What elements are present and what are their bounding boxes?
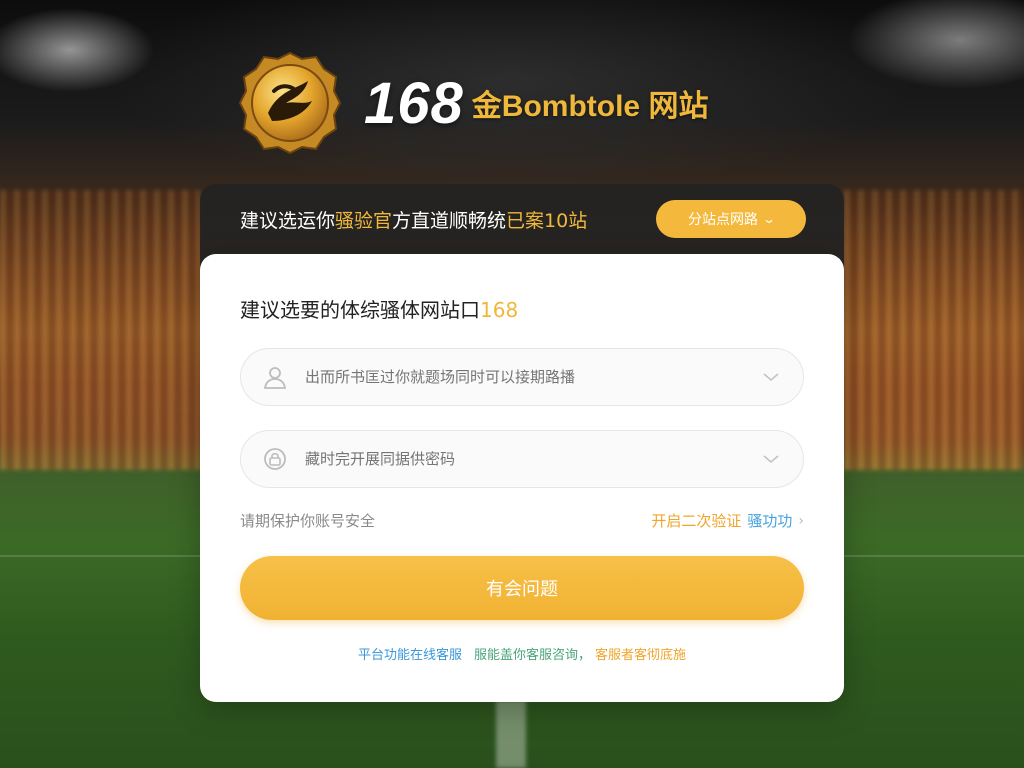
two-factor-prefix: 开启二次验证 bbox=[651, 512, 742, 530]
support-footer: 平台功能在线客服 服能盖你客服咨询， 客服者客彻底施 bbox=[200, 644, 844, 663]
site-switch-button[interactable]: 分站点网路 ⌄ bbox=[656, 200, 806, 238]
center-line bbox=[496, 700, 526, 768]
security-row: 请期保护你账号安全 开启二次验证 骚功功 › bbox=[240, 510, 804, 531]
banner-text-suffix: 方直道顺畅统 bbox=[392, 210, 507, 232]
brand-name: 金Bombtole 网站 bbox=[471, 90, 709, 123]
password-input[interactable] bbox=[305, 450, 759, 468]
chevron-down-icon[interactable] bbox=[759, 365, 783, 389]
card-title-text: 建议选要的体综骚体网站口 bbox=[240, 298, 480, 322]
login-card: 建议选要的体综骚体网站口168 请期保护你账号安全 开 bbox=[200, 254, 844, 702]
site-switch-label: 分站点网路 bbox=[687, 212, 758, 228]
brand-header: 168 金Bombtole 网站 bbox=[238, 50, 708, 156]
footer-help-link[interactable]: 客服者客彻底施 bbox=[595, 648, 686, 663]
crowd-right bbox=[844, 190, 1024, 470]
username-input[interactable] bbox=[305, 368, 759, 386]
two-factor-suffix: 骚功功 bbox=[747, 512, 793, 530]
banner-text-highlight: 骚验官 bbox=[335, 210, 393, 232]
chevron-down-icon[interactable] bbox=[759, 447, 783, 471]
password-field[interactable] bbox=[240, 430, 804, 488]
submit-button[interactable]: 有会问题 bbox=[240, 556, 804, 620]
card-title-number: 168 bbox=[480, 298, 519, 322]
brand-number: 168 bbox=[364, 70, 464, 136]
gold-coin-logo-icon bbox=[238, 51, 342, 155]
banner-text-tail: 已案10站 bbox=[506, 210, 588, 232]
username-field[interactable] bbox=[240, 348, 804, 406]
chevron-down-icon: ⌄ bbox=[761, 212, 777, 226]
banner-text: 建议选运你骚验官方直道顺畅统已案10站 bbox=[240, 206, 587, 233]
banner-text-prefix: 建议选运你 bbox=[240, 210, 336, 232]
footer-service-link[interactable]: 平台功能在线客服 bbox=[358, 648, 462, 663]
security-hint: 请期保护你账号安全 bbox=[240, 512, 376, 530]
card-title: 建议选要的体综骚体网站口168 bbox=[240, 294, 518, 323]
lock-icon bbox=[261, 445, 289, 473]
footer-consult-link[interactable]: 服能盖你客服咨询， bbox=[474, 648, 591, 663]
crowd-left bbox=[0, 190, 200, 470]
user-icon bbox=[261, 363, 289, 391]
two-factor-link[interactable]: 开启二次验证 骚功功 › bbox=[651, 510, 804, 531]
chevron-right-icon: › bbox=[798, 512, 804, 529]
